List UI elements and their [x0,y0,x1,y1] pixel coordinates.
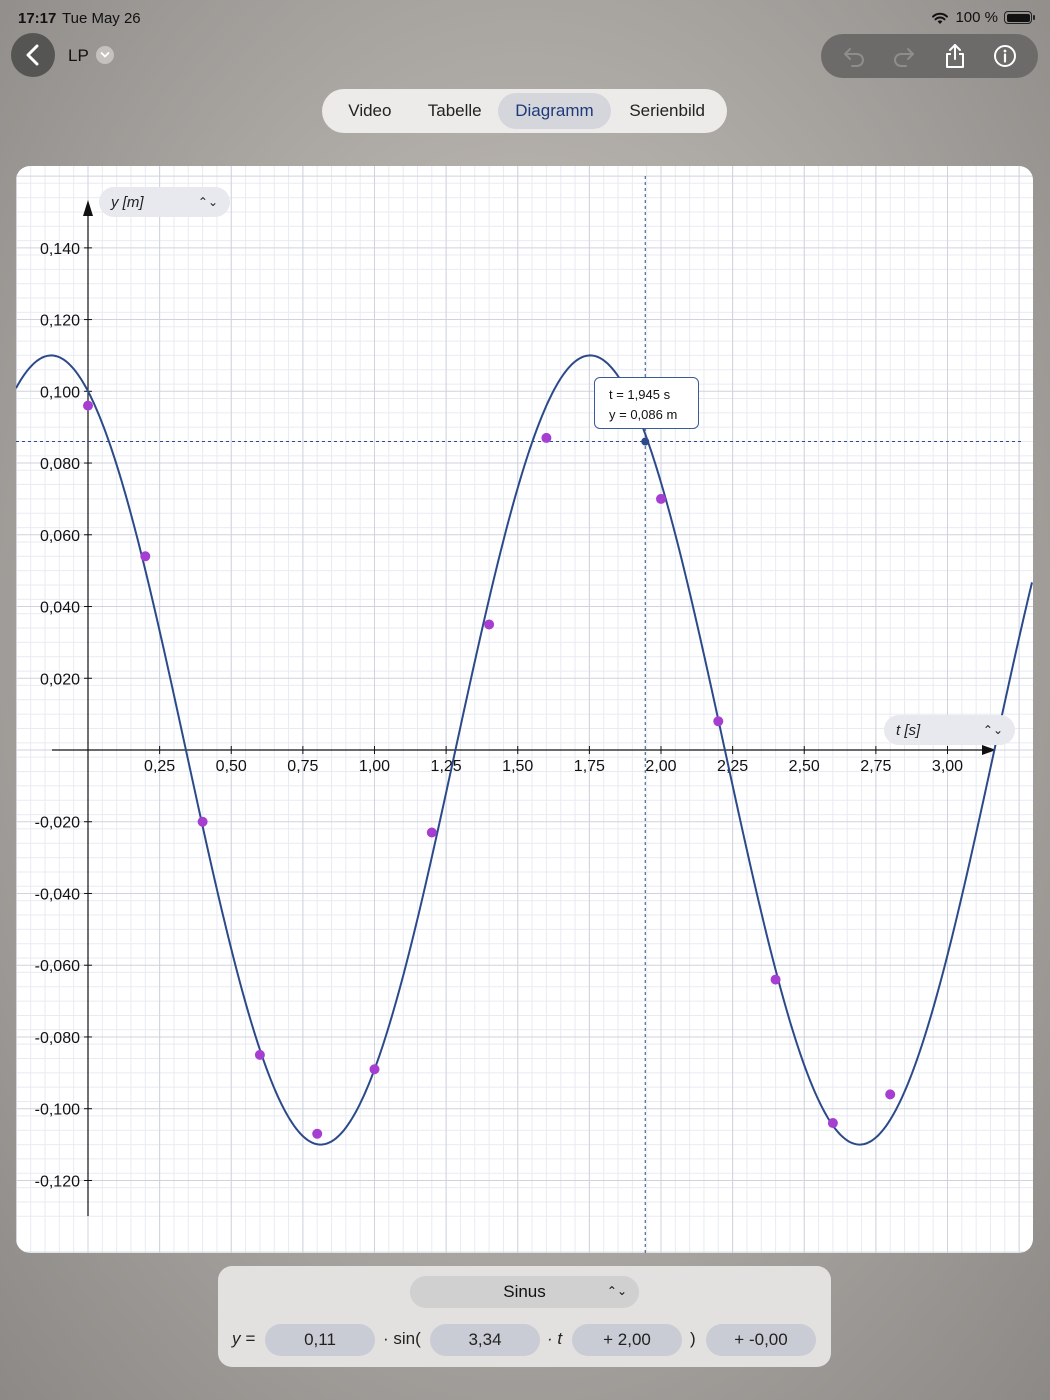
data-point [197,816,208,827]
back-button[interactable] [11,33,55,77]
data-point [83,400,93,411]
tooltip-y-value: y = 0,086 m [609,407,678,422]
x-tick-label: 1,00 [359,758,390,775]
y-tick-label: 0,020 [40,671,80,688]
y-tick-label: 0,080 [40,456,80,473]
status-time: 17:17 [18,10,57,27]
y-tick-label: -0,040 [35,886,80,903]
cursor-tooltip: t = 1,945 s y = 0,086 m [594,377,699,429]
x-axis-select[interactable]: t [s] ⌃⌄ [884,715,1015,745]
tooltip-t-value: t = 1,945 s [609,387,671,402]
status-bar: 17:17 Tue May 26 100 % [0,0,1050,36]
x-tick-label: 1,25 [431,758,462,775]
up-down-chevron-icon: ⌃⌄ [982,723,1003,737]
battery-percent: 100 % [955,9,998,26]
document-title[interactable]: LP [68,46,89,66]
x-tick-label: 2,25 [717,758,748,775]
chart-card[interactable]: 0,25 0,50 0,75 1,00 1,25 1,50 1,75 2,00 2,25 2,50… [16,166,1033,1253]
toolbar [821,34,1038,78]
offset-field[interactable]: + -0,00 [706,1324,816,1356]
y-tick-label: -0,080 [35,1030,80,1047]
info-button[interactable] [985,36,1025,76]
fit-formula-panel: Sinus ⌃⌄ y = 0,11 · sin( 3,34 · t + 2,00… [218,1266,831,1367]
fit-type-label: Sinus [503,1282,546,1301]
data-point [656,493,666,504]
x-tick-label: 2,00 [645,758,676,775]
chevron-left-icon [26,44,39,66]
share-button[interactable] [935,36,975,76]
fit-type-select[interactable]: Sinus ⌃⌄ [410,1276,639,1308]
data-point [885,1089,896,1100]
undo-button[interactable] [834,36,874,76]
title-menu-chevron-icon[interactable] [96,46,114,64]
formula-t-label: · t [547,1329,563,1348]
up-down-chevron-icon: ⌃⌄ [197,195,218,209]
y-tick-label: -0,120 [35,1173,80,1190]
y-tick-label: 0,060 [40,528,80,545]
formula-close-paren: ) [690,1329,696,1348]
data-point [541,432,552,443]
wifi-icon [932,12,949,24]
phase-field[interactable]: + 2,00 [572,1324,682,1356]
x-tick-label: 0,50 [216,758,247,775]
y-tick-label: -0,020 [35,815,80,832]
share-icon [945,44,964,68]
data-point [369,1064,380,1075]
y-tick-label: 0,120 [40,313,80,330]
x-axis-select-label: t [s] [896,721,921,739]
data-point [770,974,781,985]
data-point [254,1049,265,1060]
x-tick-label: 2,75 [860,758,891,775]
data-point [140,551,151,562]
chart-plot[interactable]: 0,25 0,50 0,75 1,00 1,25 1,50 1,75 2,00 2,25 2,50… [16,166,1033,1253]
status-indicators: 100 % [931,9,1035,26]
x-tick-label: 0,75 [287,758,318,775]
tab-diagramm[interactable]: Diagramm [497,93,612,129]
tab-video[interactable]: Video [328,93,412,129]
data-point [713,716,724,727]
y-tick-label: 0,100 [40,384,80,401]
battery-icon [1004,11,1035,24]
x-tick-label: 2,50 [789,758,820,775]
data-point [484,619,495,630]
y-axis-select[interactable]: y [m] ⌃⌄ [99,187,230,217]
data-point [426,827,437,838]
formula-sin-label: · sin( [383,1329,421,1348]
view-tabs: Video Tabelle Diagramm Serienbild [322,89,727,133]
status-date: Tue May 26 [62,10,141,27]
undo-icon [844,48,865,67]
tab-tabelle[interactable]: Tabelle [412,93,498,129]
y-axis-arrow [83,200,93,216]
x-tick-label: 1,75 [574,758,605,775]
redo-icon [894,48,915,67]
formula-y-label: y = [232,1329,256,1348]
y-tick-label: 0,040 [40,600,80,617]
up-down-chevron-icon: ⌃⌄ [606,1284,627,1298]
y-axis-select-label: y [m] [111,193,144,211]
y-tick-label: 0,140 [40,241,80,258]
redo-button[interactable] [884,36,924,76]
x-tick-label: 1,50 [502,758,533,775]
tab-serienbild[interactable]: Serienbild [611,93,723,129]
x-tick-label: 3,00 [932,758,963,775]
y-tick-label: -0,060 [35,958,80,975]
y-tick-label: -0,100 [35,1102,80,1119]
x-tick-label: 0,25 [144,758,175,775]
cursor-point [641,437,650,446]
data-point [827,1118,838,1129]
omega-field[interactable]: 3,34 [430,1324,540,1356]
data-point [312,1128,323,1139]
info-icon [993,45,1016,67]
amplitude-field[interactable]: 0,11 [265,1324,375,1356]
